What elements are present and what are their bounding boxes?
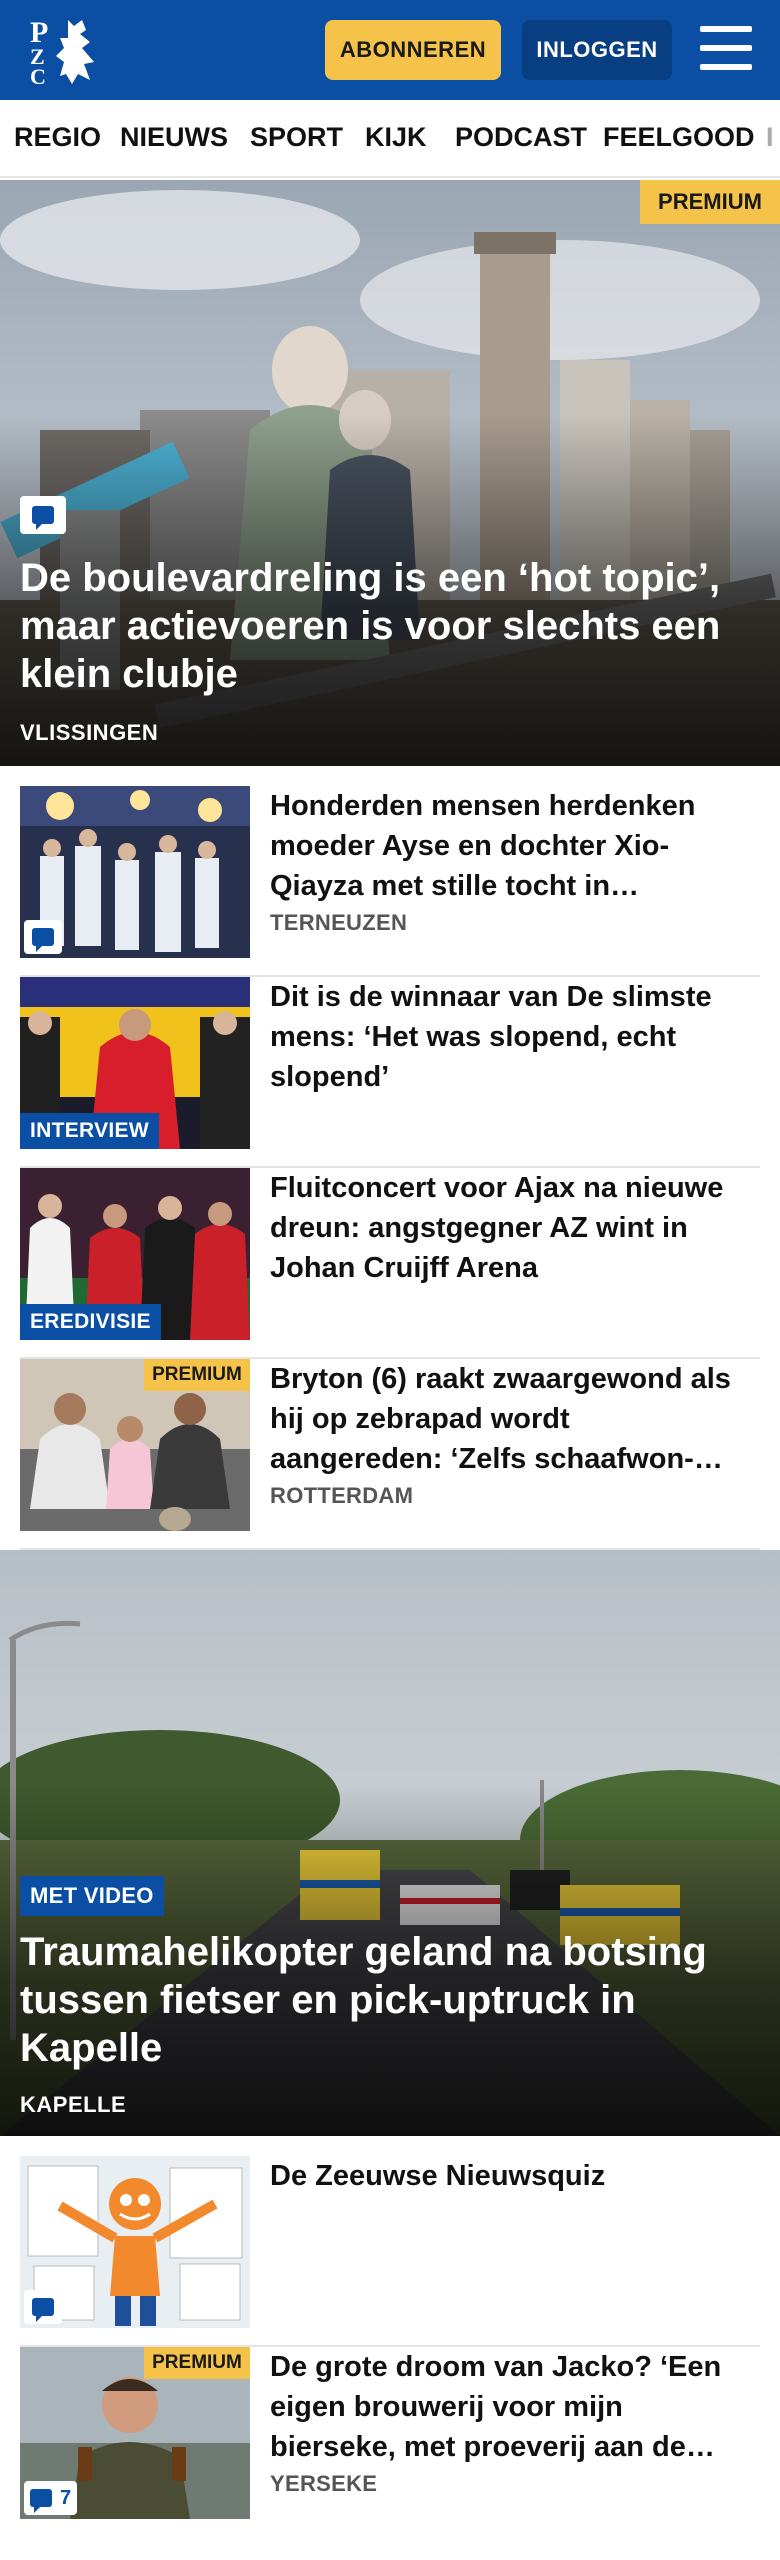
subscribe-button[interactable]: ABONNEREN: [325, 20, 501, 80]
nav-item-feelgood[interactable]: FEELGOOD: [603, 122, 755, 153]
list-item[interactable]: EREDIVISIE Fluitconcert voor Ajax na nie…: [20, 1168, 760, 1359]
nav-item-overflow[interactable]: I: [766, 122, 774, 153]
hero-article-1[interactable]: PREMIUM De boulevardreling is een ‘hot t…: [0, 180, 780, 766]
nav-item-nieuws[interactable]: NIEUWS: [120, 122, 228, 153]
hero-location: KAPELLE: [20, 2092, 127, 2117]
comment-icon: [30, 2489, 52, 2513]
video-tag: MET VIDEO: [20, 1876, 164, 1916]
thumbnail-image: PREMIUM 7: [20, 2347, 250, 2519]
nav-item-kijk[interactable]: KIJK: [365, 122, 427, 153]
svg-text:C: C: [30, 64, 46, 88]
comment-count: 7: [60, 2486, 72, 2509]
list-item[interactable]: Honderden mensen herdenken moeder Ayse e…: [20, 786, 760, 977]
thumbnail-image: [20, 786, 250, 958]
article-headline[interactable]: Bryton (6) raakt zwaargewond als hij op …: [270, 1359, 740, 1479]
article-headline[interactable]: De Zeeuwse Nieuwsquiz: [270, 2156, 740, 2196]
article-headline[interactable]: Dit is de winnaar van De slimste mens: ‘…: [270, 977, 740, 1097]
category-tag: INTERVIEW: [20, 1113, 159, 1149]
category-tag: EREDIVISIE: [20, 1304, 161, 1340]
list-item[interactable]: PREMIUM 7 De grote droom van Jacko? ‘Een…: [20, 2347, 760, 2538]
section-nav: REGIO NIEUWS SPORT KIJK PODCAST FEELGOOD…: [0, 100, 780, 178]
top-header: P Z C ABONNEREN INLOGGEN: [0, 0, 780, 100]
article-headline[interactable]: De grote droom van Jacko? ‘Een eigen bro…: [270, 2347, 740, 2467]
comment-icon[interactable]: [24, 920, 62, 954]
login-button[interactable]: INLOGGEN: [522, 20, 672, 80]
nav-item-podcast[interactable]: PODCAST: [455, 122, 587, 153]
thumbnail-image: EREDIVISIE: [20, 1168, 250, 1340]
hero-article-2[interactable]: MET VIDEO Traumahelikopter geland na bot…: [0, 1550, 780, 2136]
menu-icon[interactable]: [700, 26, 752, 70]
thumbnail-image: PREMIUM: [20, 1359, 250, 1531]
article-location: TERNEUZEN: [270, 910, 408, 935]
hero-headline[interactable]: De boulevardreling is een ‘hot topic’, m…: [20, 554, 756, 698]
pzc-logo[interactable]: P Z C: [28, 12, 114, 89]
premium-badge: PREMIUM: [640, 180, 780, 224]
comment-icon[interactable]: [24, 2290, 62, 2324]
comment-icon[interactable]: [20, 496, 66, 534]
nav-item-regio[interactable]: REGIO: [14, 122, 101, 153]
article-headline[interactable]: Honderden mensen herdenken moeder Ayse e…: [270, 786, 740, 906]
thumbnail-image: INTERVIEW: [20, 977, 250, 1149]
list-item[interactable]: PREMIUM Bryton (6) raakt zwaargewond als…: [20, 1359, 760, 1550]
list-item[interactable]: INTERVIEW Dit is de winnaar van De slims…: [20, 977, 760, 1168]
thumbnail-image: [20, 2156, 250, 2328]
article-location: ROTTERDAM: [270, 1483, 414, 1508]
premium-badge: PREMIUM: [144, 2347, 250, 2379]
hero-location: VLISSINGEN: [20, 720, 159, 745]
list-item[interactable]: De Zeeuwse Nieuwsquiz: [20, 2156, 760, 2347]
article-headline[interactable]: Fluitconcert voor Ajax na nieuwe dreun: …: [270, 1168, 740, 1288]
article-location: YERSEKE: [270, 2471, 378, 2496]
nav-item-sport[interactable]: SPORT: [250, 122, 343, 153]
comment-count-button[interactable]: 7: [24, 2481, 78, 2515]
premium-badge: PREMIUM: [144, 1359, 250, 1391]
hero-headline[interactable]: Traumahelikopter geland na botsing tusse…: [20, 1928, 756, 2072]
